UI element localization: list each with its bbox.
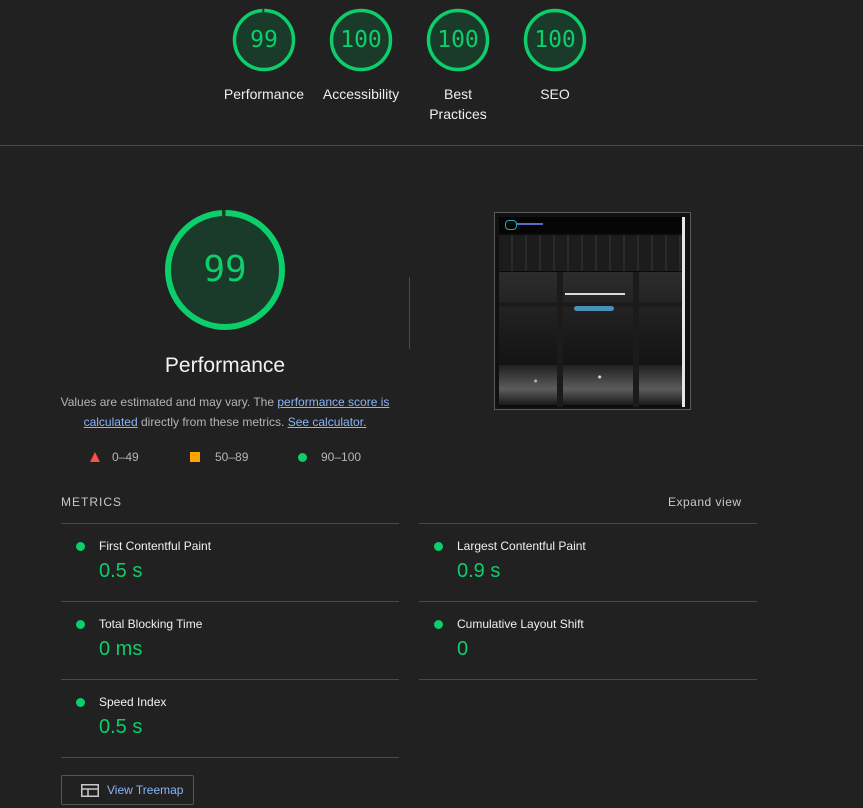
gauge-label: Accessibility — [322, 86, 400, 102]
metric-name: First Contentful Paint — [99, 539, 212, 553]
legend-range: 0–49 — [112, 450, 139, 464]
metric-largest-contentful-paint: Largest Contentful Paint 0.9 s — [419, 523, 757, 601]
metric-name: Largest Contentful Paint — [457, 539, 586, 553]
metric-value: 0.5 s — [99, 560, 143, 582]
legend-range: 90–100 — [321, 450, 362, 464]
legend-pass: 90–100 — [298, 450, 361, 464]
legend-range: 50–89 — [215, 450, 249, 464]
metric-name: Speed Index — [99, 695, 167, 709]
red-triangle-icon — [90, 452, 100, 462]
metric-name: Total Blocking Time — [99, 617, 203, 631]
score-ring: 99 — [232, 8, 296, 72]
metrics-heading: METRICS — [61, 495, 122, 509]
metric-speed-index: Speed Index 0.5 s — [61, 679, 399, 757]
gauge-best-practices[interactable]: 100 Best Practices — [408, 8, 508, 124]
gauge-score: 100 — [340, 27, 382, 53]
green-circle-icon — [76, 698, 85, 707]
gauge-score: 100 — [534, 27, 576, 53]
expand-view-button[interactable]: Expand view — [668, 495, 742, 509]
metric-value: 0.5 s — [99, 716, 143, 738]
gauge-accessibility[interactable]: 100 Accessibility — [311, 8, 411, 104]
divider — [419, 679, 757, 680]
score-ring: 100 — [426, 8, 490, 72]
gauge-performance[interactable]: 99 Performance — [214, 8, 314, 104]
page-screenshot-thumbnail[interactable] — [494, 212, 691, 410]
divider — [409, 277, 410, 349]
green-circle-icon — [76, 620, 85, 629]
gauge-score: 100 — [437, 27, 479, 53]
gauge-score: 99 — [250, 27, 278, 53]
gauge-seo[interactable]: 100 SEO — [505, 8, 605, 104]
gauge-label: Performance — [223, 86, 305, 102]
performance-description: Values are estimated and may vary. The p… — [60, 392, 390, 432]
description-text: directly from these metrics. — [137, 415, 288, 429]
metric-value: 0 ms — [99, 638, 143, 660]
orange-square-icon — [190, 452, 200, 462]
score-ring: 100 — [329, 8, 393, 72]
description-text: Values are estimated and may vary. The — [60, 395, 278, 409]
see-calculator-link[interactable]: See calculator. — [288, 415, 367, 429]
gauge-label: Best Practices — [429, 86, 487, 122]
legend-average: 50–89 — [190, 450, 248, 464]
performance-score: 99 — [203, 249, 247, 290]
metric-name: Cumulative Layout Shift — [457, 617, 584, 631]
screenshot-image — [499, 217, 685, 407]
metric-cumulative-layout-shift: Cumulative Layout Shift 0 — [419, 601, 757, 679]
treemap-icon — [81, 783, 99, 797]
divider — [61, 757, 399, 758]
metric-first-contentful-paint: First Contentful Paint 0.5 s — [61, 523, 399, 601]
gauge-label: SEO — [540, 86, 570, 102]
treemap-button-label: View Treemap — [107, 783, 184, 797]
legend-fail: 0–49 — [90, 450, 139, 464]
green-circle-icon — [434, 542, 443, 551]
summary-gauges: 99 Performance 100 Accessibility 100 Bes… — [0, 0, 863, 146]
view-treemap-button[interactable]: View Treemap — [61, 775, 194, 805]
green-circle-icon — [298, 452, 307, 462]
score-ring: 100 — [523, 8, 587, 72]
green-circle-icon — [434, 620, 443, 629]
metric-value: 0 — [457, 638, 469, 660]
green-circle-icon — [76, 542, 85, 551]
performance-title: Performance — [164, 354, 286, 377]
metric-value: 0.9 s — [457, 560, 501, 582]
metric-total-blocking-time: Total Blocking Time 0 ms — [61, 601, 399, 679]
performance-gauge: 99 — [164, 209, 286, 331]
